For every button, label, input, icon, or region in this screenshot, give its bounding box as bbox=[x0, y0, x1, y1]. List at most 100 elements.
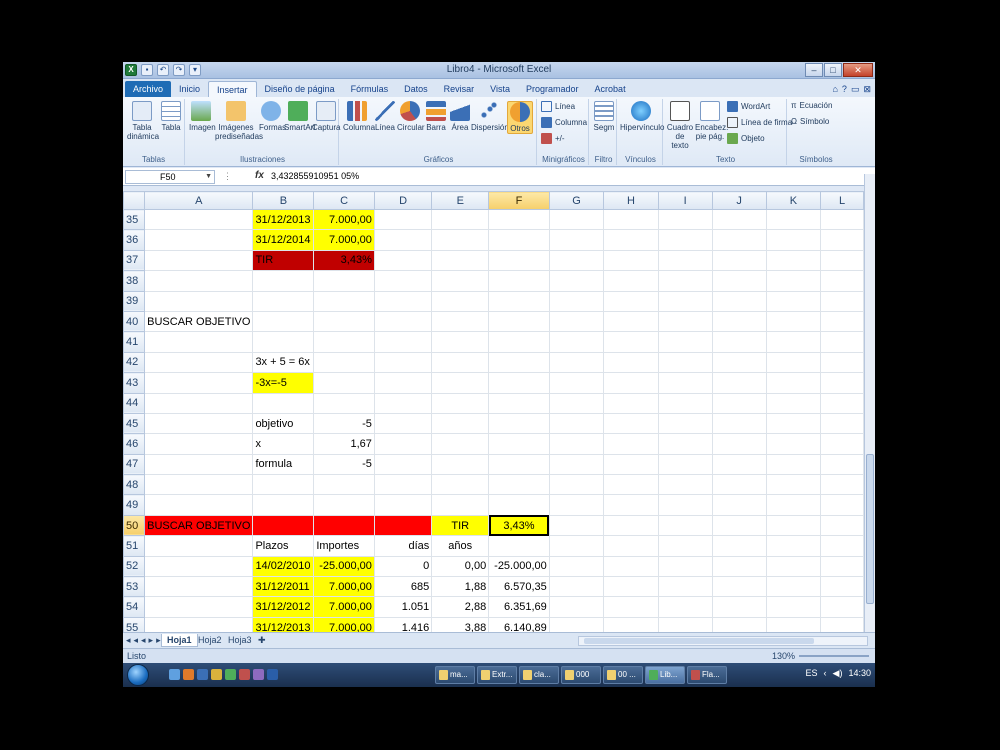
cell-e52[interactable]: 0,00 bbox=[431, 555, 490, 578]
cell-f46[interactable] bbox=[488, 433, 550, 455]
cell-g42[interactable] bbox=[548, 351, 605, 374]
cell-h38[interactable] bbox=[603, 270, 659, 292]
cell-k51[interactable] bbox=[765, 535, 822, 557]
chevron-down-icon[interactable]: ▼ bbox=[205, 171, 212, 183]
cell-k45[interactable] bbox=[765, 412, 822, 435]
cell-c40[interactable] bbox=[313, 310, 375, 333]
cell-l40[interactable] bbox=[820, 310, 864, 333]
cell-f41[interactable] bbox=[488, 331, 550, 353]
cell-g37[interactable] bbox=[548, 249, 605, 272]
cell-i36[interactable] bbox=[657, 229, 713, 251]
cell-c41[interactable] bbox=[313, 331, 375, 353]
cell-b52[interactable]: 14/02/2010 bbox=[252, 555, 315, 578]
cell-d42[interactable] bbox=[373, 351, 433, 374]
excel-app-icon[interactable] bbox=[225, 669, 236, 680]
cell-a44[interactable] bbox=[144, 392, 254, 414]
row-header-50[interactable]: 50 bbox=[123, 514, 146, 537]
cell-h50[interactable] bbox=[603, 514, 659, 537]
cell-l37[interactable] bbox=[820, 249, 864, 272]
cell-l55[interactable] bbox=[820, 616, 864, 632]
row-header-53[interactable]: 53 bbox=[123, 576, 146, 598]
sparkline-winloss-button[interactable]: +/- bbox=[541, 133, 565, 144]
cell-k52[interactable] bbox=[765, 555, 822, 578]
row-header-44[interactable]: 44 bbox=[123, 392, 146, 414]
cell-i41[interactable] bbox=[657, 331, 713, 353]
firefox-icon[interactable] bbox=[183, 669, 194, 680]
cell-l44[interactable] bbox=[820, 392, 864, 414]
row-header-43[interactable]: 43 bbox=[123, 372, 146, 394]
cell-c54[interactable]: 7.000,00 bbox=[313, 596, 375, 618]
cell-d37[interactable] bbox=[373, 249, 433, 272]
tab-insertar[interactable]: Insertar bbox=[208, 81, 257, 97]
cell-h49[interactable] bbox=[603, 494, 659, 516]
cell-g51[interactable] bbox=[548, 535, 605, 557]
cell-c50[interactable] bbox=[313, 514, 375, 537]
cell-k38[interactable] bbox=[765, 270, 822, 292]
cell-g46[interactable] bbox=[548, 433, 605, 455]
cell-k40[interactable] bbox=[765, 310, 822, 333]
cell-c46[interactable]: 1,67 bbox=[313, 433, 375, 455]
cell-a51[interactable] bbox=[144, 535, 254, 557]
cell-l45[interactable] bbox=[820, 412, 864, 435]
pivot-table-button[interactable]: Tabla dinámica bbox=[127, 101, 159, 141]
cell-c52[interactable]: -25.000,00 bbox=[313, 555, 375, 578]
cell-b44[interactable] bbox=[252, 392, 315, 414]
maximize-button[interactable]: □ bbox=[824, 63, 842, 77]
cell-a36[interactable] bbox=[144, 229, 254, 251]
cell-h52[interactable] bbox=[603, 555, 659, 578]
cell-f43[interactable] bbox=[488, 372, 550, 394]
cell-a50[interactable]: BUSCAR OBJETIVO bbox=[144, 514, 254, 537]
cell-g35[interactable] bbox=[548, 208, 605, 231]
cell-j46[interactable] bbox=[711, 433, 767, 455]
cell-l49[interactable] bbox=[820, 494, 864, 516]
cell-a41[interactable] bbox=[144, 331, 254, 353]
cell-h42[interactable] bbox=[603, 351, 659, 374]
cell-e55[interactable]: 3,88 bbox=[431, 616, 490, 632]
cell-i46[interactable] bbox=[657, 433, 713, 455]
cell-e47[interactable] bbox=[431, 453, 490, 476]
object-button[interactable]: Objeto bbox=[727, 133, 765, 144]
cell-e38[interactable] bbox=[431, 270, 490, 292]
cell-d49[interactable] bbox=[373, 494, 433, 516]
symbol-button[interactable]: Ω Símbolo bbox=[791, 117, 829, 126]
folder-icon[interactable] bbox=[211, 669, 222, 680]
column-header-k[interactable]: K bbox=[765, 191, 822, 210]
cell-l48[interactable] bbox=[820, 474, 864, 496]
row-header-48[interactable]: 48 bbox=[123, 474, 146, 496]
cell-e35[interactable] bbox=[431, 208, 490, 231]
cell-i39[interactable] bbox=[657, 290, 713, 312]
tab-revisar[interactable]: Revisar bbox=[436, 81, 483, 97]
cell-c37[interactable]: 3,43% bbox=[313, 249, 375, 272]
column-chart-button[interactable]: Columna bbox=[343, 101, 375, 132]
vertical-scrollbar[interactable] bbox=[864, 174, 875, 632]
cell-d38[interactable] bbox=[373, 270, 433, 292]
cell-b51[interactable]: Plazos bbox=[252, 535, 315, 557]
cell-l53[interactable] bbox=[820, 576, 864, 598]
tab-acrobat[interactable]: Acrobat bbox=[587, 81, 634, 97]
cell-h39[interactable] bbox=[603, 290, 659, 312]
cell-e46[interactable] bbox=[431, 433, 490, 455]
cell-c42[interactable] bbox=[313, 351, 375, 374]
row-header-47[interactable]: 47 bbox=[123, 453, 146, 476]
cell-b55[interactable]: 31/12/2013 bbox=[252, 616, 315, 632]
cell-h46[interactable] bbox=[603, 433, 659, 455]
cell-g45[interactable] bbox=[548, 412, 605, 435]
cell-f48[interactable] bbox=[488, 474, 550, 496]
cell-d48[interactable] bbox=[373, 474, 433, 496]
sheet-tab-hoja3[interactable]: Hoja3 bbox=[223, 634, 257, 647]
language-indicator[interactable]: ES bbox=[806, 668, 818, 679]
restore-icon[interactable]: ▭ bbox=[851, 81, 860, 97]
cell-a40[interactable]: BUSCAR OBJETIVO bbox=[144, 310, 254, 333]
cell-b41[interactable] bbox=[252, 331, 315, 353]
cell-h47[interactable] bbox=[603, 453, 659, 476]
cell-i43[interactable] bbox=[657, 372, 713, 394]
cell-i52[interactable] bbox=[657, 555, 713, 578]
worksheet-grid[interactable]: ABCDEFGHIJKL 35 31/12/2013 7.000,00 36 31/12… bbox=[123, 191, 864, 632]
cell-b40[interactable] bbox=[252, 310, 315, 333]
tab-inicio[interactable]: Inicio bbox=[171, 81, 208, 97]
cell-b36[interactable]: 31/12/2014 bbox=[252, 229, 315, 251]
cell-i50[interactable] bbox=[657, 514, 713, 537]
cell-g53[interactable] bbox=[548, 576, 605, 598]
cell-d43[interactable] bbox=[373, 372, 433, 394]
taskbar-item-1[interactable]: ma... bbox=[435, 666, 475, 684]
